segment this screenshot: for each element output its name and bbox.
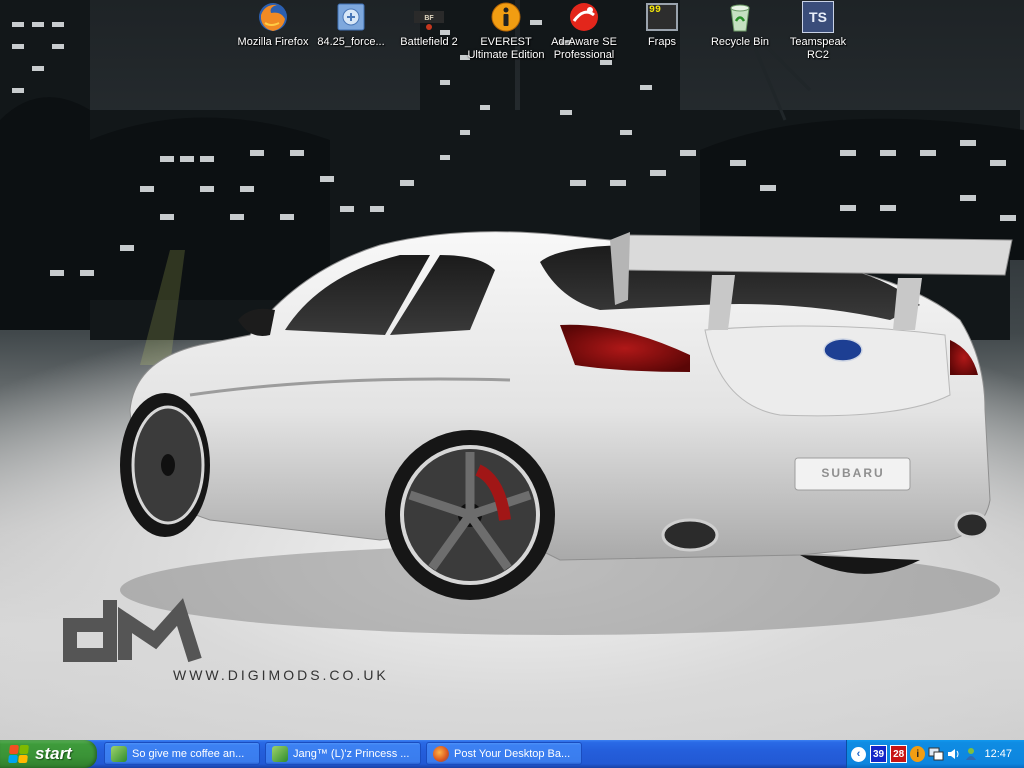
wallpaper-site-text: WWW.DIGIMODS.CO.UK xyxy=(173,667,389,683)
messenger-icon xyxy=(111,745,127,762)
taskbar: start So give me coffee an... Jang™ (L)'… xyxy=(0,740,1024,768)
tray-badge-red-text: 28 xyxy=(893,748,905,760)
fraps-counter: 99 xyxy=(649,5,662,16)
desktop-icon-force-file[interactable]: 84.25_force... xyxy=(312,1,390,49)
label-line-2: Ultimate Edition xyxy=(467,49,545,61)
info-icon xyxy=(490,1,522,33)
messenger-tray-icon[interactable] xyxy=(964,746,978,762)
battlefield-icon: BF xyxy=(413,1,445,33)
adaware-icon xyxy=(568,1,600,33)
desktop-icon-recycle-bin[interactable]: Recycle Bin xyxy=(701,1,779,49)
desktop-icon-label: Teamspeak RC2 xyxy=(779,36,857,62)
tray-badge-blue-text: 39 xyxy=(873,748,885,760)
task-button-messenger-2[interactable]: Jang™ (L)'z Princess ... xyxy=(265,742,421,765)
wallpaper-brand-text: SUBARU xyxy=(821,466,885,480)
task-label: So give me coffee an... xyxy=(132,747,245,760)
network-tray-icon[interactable] xyxy=(928,746,944,762)
task-button-firefox[interactable]: Post Your Desktop Ba... xyxy=(426,742,582,765)
start-button[interactable]: start xyxy=(0,740,97,768)
svg-text:BF: BF xyxy=(424,15,434,22)
windows-logo-icon xyxy=(8,745,30,763)
recycle-bin-icon xyxy=(724,1,756,33)
desktop-icon-adaware[interactable]: Ad-Aware SE Professional xyxy=(545,1,623,62)
everest-tray-icon[interactable]: i xyxy=(910,746,926,762)
firefox-icon xyxy=(433,745,449,762)
label-line-1: Teamspeak xyxy=(789,36,847,48)
desktop-icon-label: Ad-Aware SE Professional xyxy=(545,36,623,62)
desktop-wallpaper: SUBARU WWW.DIGIMODS.CO.UK xyxy=(0,0,1024,740)
document-icon xyxy=(335,1,367,33)
desktop-icon-label: Battlefield 2 xyxy=(400,36,458,48)
firefox-icon xyxy=(257,1,289,33)
desktop-icon-label: Fraps xyxy=(647,36,677,48)
label-line-2: Professional xyxy=(553,49,615,61)
system-tray: ‹ 39 28 i 12:47 xyxy=(846,740,1024,768)
label-line-1: EVEREST xyxy=(480,36,532,48)
desktop-icon-label: EVEREST Ultimate Edition xyxy=(467,36,545,62)
task-buttons: So give me coffee an... Jang™ (L)'z Prin… xyxy=(104,742,587,766)
label-line-2: RC2 xyxy=(806,49,829,61)
start-label: start xyxy=(35,744,72,763)
task-label: Jang™ (L)'z Princess ... xyxy=(293,747,410,760)
teamspeak-icon: TS xyxy=(802,1,834,33)
desktop-icon-fraps[interactable]: 99 Fraps xyxy=(623,1,701,49)
desktop-icon-label: 84.25_force... xyxy=(317,36,385,48)
desktop-icon-label: Recycle Bin xyxy=(710,36,770,48)
clock[interactable]: 12:47 xyxy=(984,748,1012,760)
task-button-messenger-1[interactable]: So give me coffee an... xyxy=(104,742,260,765)
tray-badge-red[interactable]: 28 xyxy=(890,745,908,763)
task-label: Post Your Desktop Ba... xyxy=(454,747,571,760)
teamspeak-badge-text: TS xyxy=(809,9,827,25)
desktop-icon-battlefield[interactable]: BF Battlefield 2 xyxy=(390,1,468,49)
label-line-1: Ad-Aware SE xyxy=(551,36,617,48)
desktop-icon-label: Mozilla Firefox xyxy=(237,36,309,48)
desktop-icon-firefox[interactable]: Mozilla Firefox xyxy=(234,1,312,49)
wallpaper-art xyxy=(0,0,1024,663)
tray-badge-blue[interactable]: 39 xyxy=(870,745,888,763)
messenger-icon xyxy=(272,745,288,762)
volume-icon[interactable] xyxy=(947,746,961,762)
desktop-icon-teamspeak[interactable]: TS Teamspeak RC2 xyxy=(779,1,857,62)
show-hidden-icons-chevron-icon[interactable]: ‹ xyxy=(851,746,866,762)
digimods-logo xyxy=(63,598,202,663)
fraps-icon: 99 xyxy=(646,1,678,33)
desktop-icon-everest[interactable]: EVEREST Ultimate Edition xyxy=(467,1,545,62)
